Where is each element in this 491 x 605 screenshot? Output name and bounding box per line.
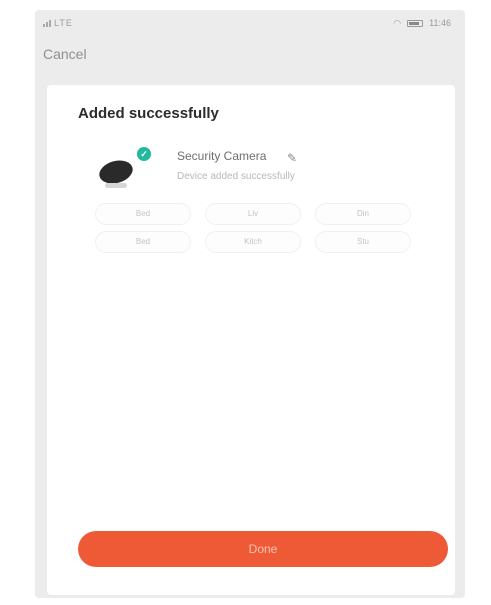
- battery-icon: [407, 19, 424, 27]
- done-button[interactable]: Done: [78, 531, 448, 567]
- wifi-icon: ◠: [393, 17, 402, 28]
- device-status: Device added successfully: [177, 171, 295, 182]
- cancel-button[interactable]: Cancel: [43, 46, 87, 62]
- edit-icon[interactable]: ✎: [287, 151, 297, 165]
- network-label: LTE: [54, 18, 73, 28]
- status-bar: LTE ◠ 11:46: [35, 10, 465, 36]
- page-title: Added successfully: [78, 105, 219, 122]
- check-icon: ✓: [137, 147, 151, 161]
- camera-icon: [96, 153, 141, 191]
- signal-icon: [43, 19, 51, 27]
- device-name: Security Camera: [177, 149, 267, 163]
- room-chip[interactable]: Din: [315, 203, 411, 225]
- room-chip[interactable]: Bed: [95, 203, 191, 225]
- success-card: Added successfully ✓ Security Camera ✎ D…: [47, 85, 455, 595]
- device-row: ✓ Security Camera ✎ Device added success…: [96, 147, 417, 195]
- status-left: LTE: [43, 18, 73, 28]
- camera-stand: [105, 183, 127, 188]
- phone-screen: LTE ◠ 11:46 Cancel Added successfully ✓ …: [35, 10, 465, 598]
- room-selector: Bed Liv Din Bed Kitch Stu: [95, 203, 411, 253]
- status-time: 11:46: [429, 18, 451, 28]
- status-right: ◠ 11:46: [393, 18, 451, 29]
- room-chip[interactable]: Kitch: [205, 231, 301, 253]
- room-chip[interactable]: Bed: [95, 231, 191, 253]
- room-chip[interactable]: Stu: [315, 231, 411, 253]
- room-chip[interactable]: Liv: [205, 203, 301, 225]
